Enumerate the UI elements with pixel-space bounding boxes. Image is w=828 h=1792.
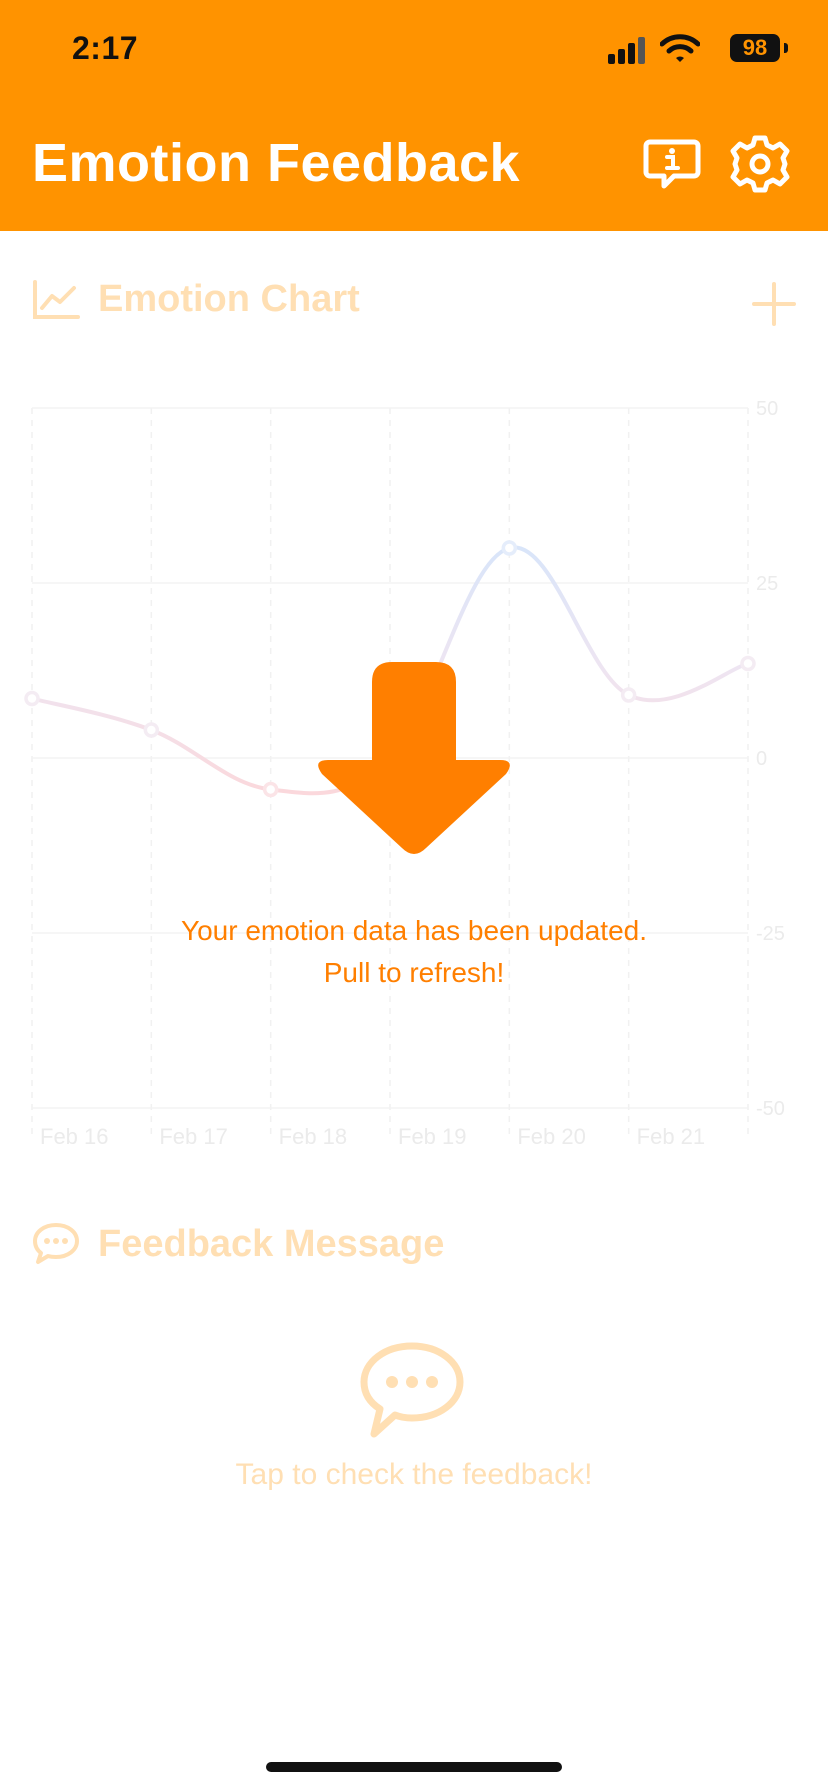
info-bubble-icon[interactable] <box>640 132 704 196</box>
y-tick-label: 0 <box>756 748 767 770</box>
data-point[interactable] <box>740 655 756 672</box>
emotion-chart: 50 25 0 -25 -50 Feb 16 Feb 17 Feb 18 Feb 19 Feb 2… <box>24 398 785 1149</box>
x-tick-label: Feb 17 <box>159 1124 228 1149</box>
wifi-icon <box>660 34 700 62</box>
y-tick-label: -50 <box>756 1098 785 1120</box>
data-point[interactable] <box>620 687 637 703</box>
chat-bubble-icon <box>33 1223 79 1264</box>
feedback-section-title: Feedback Message <box>98 1222 445 1265</box>
feedback-section-header: Feedback Message <box>32 1222 444 1266</box>
signal-icon <box>608 37 645 64</box>
x-tick-label: Feb 16 <box>40 1124 109 1149</box>
y-tick-label: 25 <box>756 573 778 595</box>
app-header: 2:17 98 Emotion Feedback <box>0 0 828 231</box>
page-title: Emotion Feedback <box>32 133 521 193</box>
data-point[interactable] <box>501 540 518 556</box>
data-point[interactable] <box>24 690 40 707</box>
battery-level: 98 <box>730 34 780 62</box>
y-tick-label: 50 <box>756 398 778 420</box>
chart-section-header: Emotion Chart <box>32 278 360 321</box>
x-tick-label: Feb 18 <box>279 1124 348 1149</box>
line-chart-icon <box>33 279 80 319</box>
data-point[interactable] <box>143 722 160 738</box>
x-tick-label: Feb 20 <box>517 1124 586 1149</box>
data-point[interactable] <box>262 781 279 798</box>
x-tick-label: Feb 21 <box>637 1124 706 1149</box>
tap-feedback-text[interactable]: Tap to check the feedback! <box>0 1458 828 1492</box>
status-time: 2:17 <box>72 30 139 66</box>
chat-dots-icon[interactable] <box>360 1342 464 1442</box>
gear-icon[interactable] <box>728 132 792 196</box>
home-indicator[interactable] <box>266 1762 562 1772</box>
data-point[interactable] <box>382 750 398 766</box>
chart-section-title: Emotion Chart <box>98 278 360 320</box>
y-tick-label: -25 <box>756 923 785 945</box>
battery-icon: 98 <box>730 34 788 62</box>
status-icons: 98 <box>588 32 788 68</box>
plus-icon[interactable] <box>752 282 796 326</box>
x-tick-label: Feb 19 <box>398 1124 467 1149</box>
